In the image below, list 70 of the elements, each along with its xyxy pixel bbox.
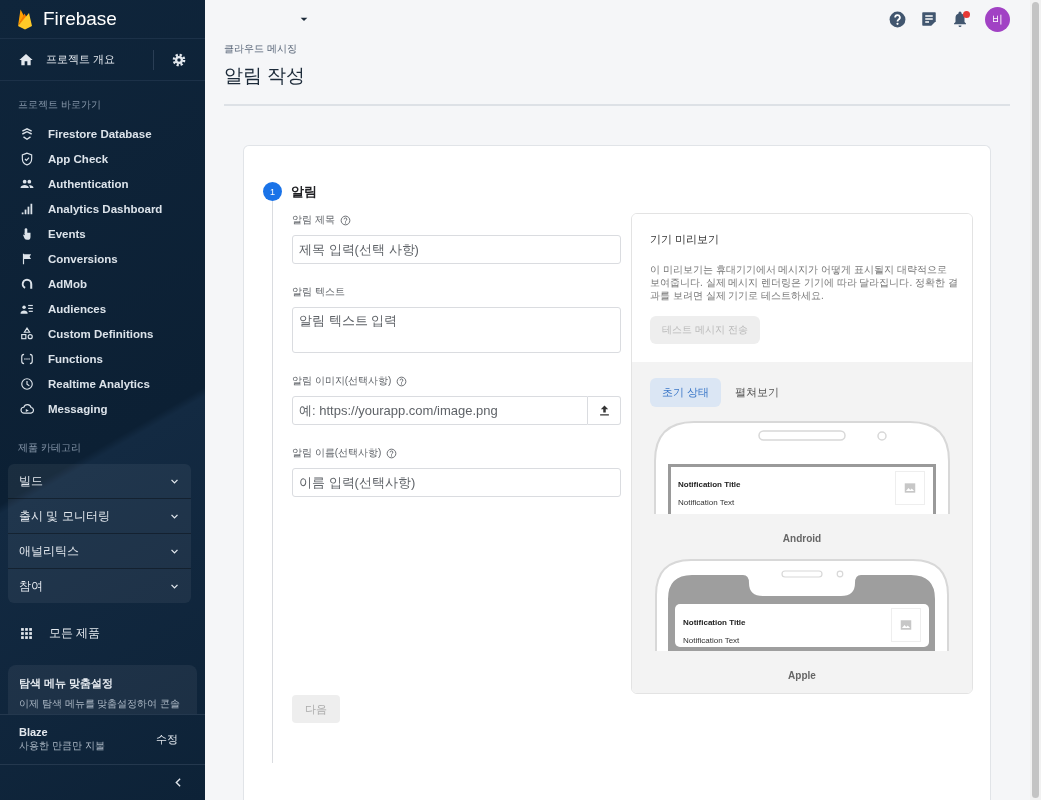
category-item[interactable]: 빌드 <box>8 464 191 500</box>
sidebar-item[interactable]: AdMob <box>48 277 87 290</box>
category-item[interactable]: 참여 <box>8 569 191 604</box>
preview-tab[interactable]: 초기 상태 <box>650 378 722 407</box>
text-field[interactable]: 이름 입력(선택사항) <box>292 468 621 497</box>
sidebar-item[interactable]: Messaging <box>48 402 108 415</box>
brand-name: Firebase <box>43 8 117 30</box>
edit-link[interactable]: 수정 <box>156 732 178 747</box>
url-field[interactable]: 예: https://yourapp.com/image.png <box>292 396 588 425</box>
sidebar-item[interactable]: Firestore Database <box>48 127 152 140</box>
preview-tab[interactable]: 펼쳐보기 <box>723 378 792 407</box>
preview-description: 이 미리보기는 휴대기기에서 메시지가 어떻게 표시될지 대략적으로 보여줍니다. 실제 메시지 렌더링은 기기에 따라 달라집니다. 정확한 결과를 보려면 실제 기기로 테스트하세요. <box>650 263 958 302</box>
upload-button[interactable] <box>588 396 621 425</box>
text-field[interactable]: 제목 입력(선택 사항) <box>292 235 621 264</box>
plan-description: 사용한 만큼만 지불 <box>19 740 105 751</box>
sidebar-item[interactable]: Realtime Analytics <box>48 377 150 390</box>
touch-icon <box>20 226 34 241</box>
field-label: 알림 제목 <box>292 213 335 227</box>
notification-text: Notification Text <box>683 636 740 645</box>
sidebar-item[interactable]: Functions <box>48 352 103 365</box>
grid-icon <box>20 626 33 640</box>
shapes-icon <box>20 326 34 341</box>
notification-bell-icon[interactable] <box>951 10 969 28</box>
arc-icon <box>20 276 34 291</box>
sidebar-item[interactable]: Analytics Dashboard <box>48 202 163 215</box>
sidebar-item[interactable]: Events <box>48 227 86 240</box>
clock-icon <box>20 376 34 391</box>
sidebar-item[interactable]: App Check <box>48 152 109 165</box>
notification-title: Notification Title <box>678 480 741 489</box>
field-label: 알림 텍스트 <box>292 285 345 299</box>
home-icon <box>18 51 34 68</box>
text-area[interactable]: 알림 텍스트 입력 <box>292 307 621 353</box>
image-icon <box>899 618 913 632</box>
flag-icon <box>20 251 34 266</box>
card-title: 탐색 메뉴 맞춤설정 <box>19 676 115 691</box>
sidebar-item[interactable]: Conversions <box>48 252 118 265</box>
step-title: 알림 <box>291 182 317 201</box>
help-icon[interactable] <box>888 9 907 29</box>
field-label: 알림 이미지(선택사항) <box>292 374 392 388</box>
notes-icon[interactable] <box>920 10 938 28</box>
sidebar-item[interactable]: 프로젝트 개요 <box>46 52 153 67</box>
section-heading: 프로젝트 바로가기 <box>17 98 102 112</box>
image-icon <box>903 481 917 495</box>
category-item[interactable]: 출시 및 모니터링 <box>8 499 191 535</box>
preview-title: 기기 미리보기 <box>650 232 721 247</box>
scrollbar[interactable] <box>1032 2 1039 798</box>
breadcrumb: 클라우드 메시징 <box>224 42 298 56</box>
bar-chart-icon <box>20 201 34 216</box>
device-name: Android <box>781 533 823 544</box>
page-title: 알림 작성 <box>224 64 307 88</box>
sidebar-item[interactable]: Custom Definitions <box>48 327 154 340</box>
category-item[interactable]: 애널리틱스 <box>8 534 191 570</box>
cloud-icon <box>20 401 34 416</box>
avatar[interactable]: 비 <box>985 6 1010 32</box>
plan-name: Blaze <box>19 726 49 738</box>
sidebar-item[interactable]: 모든 제품 <box>49 625 101 641</box>
shield-check-icon <box>20 151 34 166</box>
braces-icon <box>20 351 34 366</box>
device-name: Apple <box>787 670 817 681</box>
sidebar-item[interactable]: Audiences <box>48 302 107 315</box>
section-heading: 제품 카테고리 <box>17 441 82 456</box>
flame-logo <box>17 8 33 30</box>
card-text: 이제 탐색 메뉴를 맞춤설정하여 콘솔 <box>19 697 182 711</box>
notification-text: Notification Text <box>678 498 735 507</box>
notification-title: Notification Title <box>683 618 746 627</box>
settings-icon[interactable] <box>171 51 187 68</box>
step-number: 1 <box>263 182 282 201</box>
stacked-chevrons-icon <box>20 126 34 141</box>
sidebar-item[interactable]: Authentication <box>48 177 129 190</box>
field-label: 알림 이름(선택사항) <box>292 446 382 460</box>
